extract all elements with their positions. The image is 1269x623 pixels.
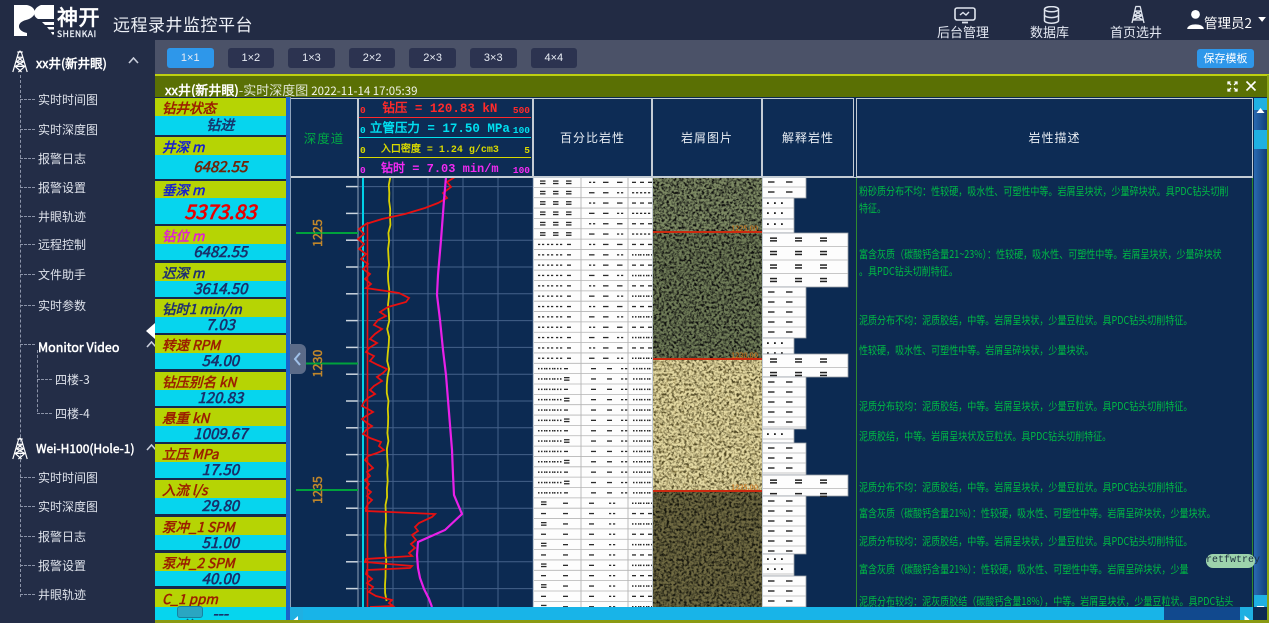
svg-text:1230: 1230: [307, 350, 326, 378]
svg-text:1235: 1235: [307, 476, 326, 504]
svg-text:1225: 1225: [307, 219, 326, 247]
